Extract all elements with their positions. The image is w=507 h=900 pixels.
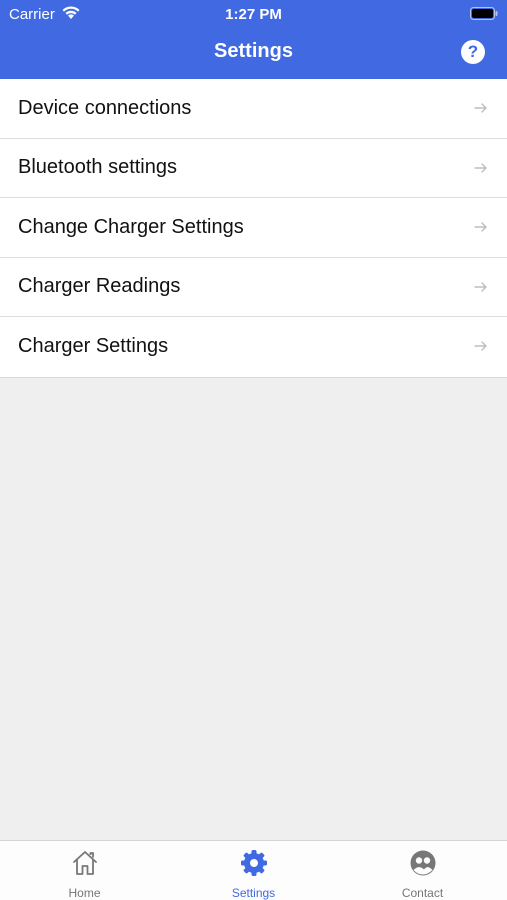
tab-home[interactable]: Home bbox=[0, 841, 169, 900]
menu-item-label: Device connections bbox=[18, 96, 192, 119]
menu-item-charger-readings[interactable]: Charger Readings bbox=[0, 258, 507, 317]
arrow-right-icon bbox=[474, 281, 487, 292]
contact-icon bbox=[410, 850, 436, 876]
menu-item-device-connections[interactable]: Device connections bbox=[0, 79, 507, 139]
tab-contact[interactable]: Contact bbox=[338, 841, 507, 900]
arrow-right-icon bbox=[474, 103, 487, 113]
tab-label: Settings bbox=[231, 886, 276, 900]
tab-label: Home bbox=[68, 886, 101, 900]
menu-item-label: Change Charger Settings bbox=[18, 215, 244, 238]
menu-item-bluetooth-settings[interactable]: Bluetooth settings bbox=[0, 139, 507, 198]
help-button[interactable]: ? bbox=[461, 40, 485, 64]
tab-label: Contact bbox=[401, 886, 444, 900]
arrow-right-icon bbox=[474, 162, 487, 173]
menu-item-label: Charger Settings bbox=[18, 335, 169, 358]
status-bar: Carrier 1:27 PM bbox=[0, 0, 507, 28]
gear-icon bbox=[241, 850, 267, 876]
clock-time: 1:27 PM bbox=[225, 6, 282, 23]
menu-item-label: Charger Readings bbox=[18, 275, 181, 298]
help-icon: ? bbox=[467, 42, 479, 61]
menu-item-charger-settings[interactable]: Charger Settings bbox=[0, 317, 507, 377]
settings-menu-list: Device connections Bluetooth settings Ch… bbox=[0, 79, 507, 378]
arrow-right-icon bbox=[474, 341, 487, 351]
menu-item-change-charger-settings[interactable]: Change Charger Settings bbox=[0, 198, 507, 258]
tab-settings[interactable]: Settings bbox=[169, 841, 338, 900]
menu-item-label: Bluetooth settings bbox=[18, 156, 177, 179]
page-title: Settings bbox=[214, 40, 293, 62]
home-icon bbox=[73, 851, 97, 875]
app-header: Carrier 1:27 PM Settings ? bbox=[0, 0, 507, 79]
battery-icon bbox=[470, 7, 498, 20]
tab-bar: Home Settings Contact bbox=[0, 840, 507, 900]
arrow-right-icon bbox=[474, 222, 487, 232]
